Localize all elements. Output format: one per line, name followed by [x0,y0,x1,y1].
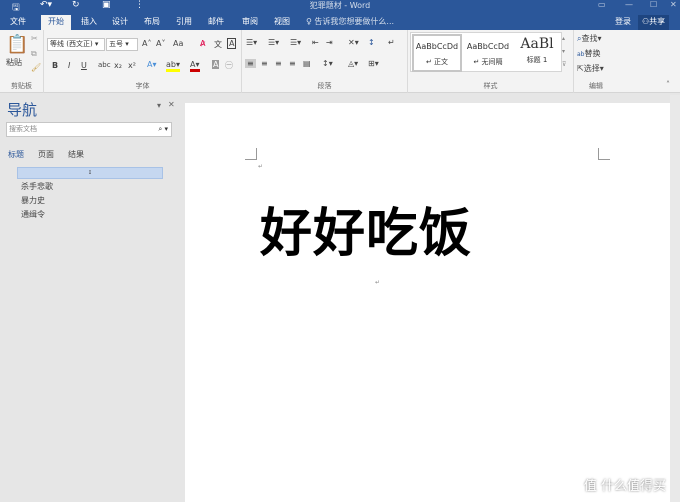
tab-home[interactable]: 开始 [41,15,71,30]
nav-options-icon[interactable]: ▾ [157,101,161,110]
paragraph-label: 段落 [317,82,332,90]
text-effects-icon[interactable]: A▾ [147,60,157,69]
nav-heading-item[interactable]: 通缉令 [21,209,45,220]
numbering-icon[interactable]: ☰▾ [268,38,279,47]
bold-button[interactable]: B [52,61,58,70]
nav-close-icon[interactable]: ✕ [168,100,175,109]
nav-search-input[interactable]: 搜索文档 ⌕ ▾ [6,122,172,137]
ribbon: 📋 粘贴 ✂ ⧉ 🖌 剪贴板 等线 (西文正) ▾ 五号 ▾ A˄ A˅ Aa … [0,30,680,93]
watermark: 值 什么值得买 [583,479,666,494]
lightbulb-icon: ♀ [306,17,312,26]
phonetic-icon[interactable]: 文 [214,39,222,50]
font-size-select[interactable]: 五号 ▾ [106,38,138,51]
title-bar: 🖫 ↶▾ ↻ ▣ ⋮ 犯罪题材 - Word ▭ — ☐ ✕ [0,0,680,13]
style-normal[interactable]: AaBbCcDd ↵ 正文 [412,34,462,72]
font-label: 字体 [135,82,150,90]
distributed-icon[interactable]: ▤ [303,59,311,68]
styles-scroll-icon[interactable]: ▴ ▾ ⊽ [562,32,566,71]
italic-button[interactable]: I [68,61,70,70]
nav-tab-results[interactable]: 结果 [68,149,84,160]
minimize-button[interactable]: — [625,0,633,9]
window-title: 犯罪题材 - Word [309,1,371,10]
close-button[interactable]: ✕ [670,0,677,9]
increase-indent-icon[interactable]: ⇥ [326,38,333,47]
char-border-icon[interactable]: A [227,38,237,49]
nav-heading-empty[interactable]: ɪ [17,167,163,179]
paste-button[interactable]: 粘贴 [6,57,22,68]
decrease-indent-icon[interactable]: ⇤ [312,38,319,47]
show-marks-icon[interactable]: ↵ [388,38,395,47]
shading-icon[interactable]: ◬▾ [348,59,358,68]
bullets-icon[interactable]: ☰▾ [246,38,257,47]
clipboard-group: 📋 粘贴 ✂ ⧉ 🖌 剪贴板 [0,30,44,93]
ribbon-tabs: 文件 开始 插入 设计 布局 引用 邮件 审阅 视图 ♀ 告诉我您想要做什么..… [0,12,680,30]
copy-icon[interactable]: ⧉ [31,49,37,59]
strikethrough-button[interactable]: abc [98,61,111,69]
nav-heading-item[interactable]: 暴力史 [21,195,45,206]
tell-me-text: 告诉我您想要做什么... [314,17,395,26]
clear-formatting-icon[interactable]: A̷ [200,39,205,48]
find-button[interactable]: ⌕查找▾ [577,33,602,44]
paste-icon[interactable]: 📋 [6,34,28,55]
tab-file[interactable]: 文件 [6,15,30,30]
multilevel-list-icon[interactable]: ☰▾ [290,38,301,47]
replace-button[interactable]: ab替换 [577,48,601,59]
cut-icon[interactable]: ✂ [31,34,38,43]
tab-design[interactable]: 设计 [108,15,132,30]
navigation-pane: 导航 ▾ ✕ 搜索文档 ⌕ ▾ 标题 页面 结果 ɪ 杀手悲歌 暴力史 通缉令 [0,95,183,502]
editing-label: 编辑 [589,82,603,90]
document-heading[interactable]: 好好吃饭 [260,191,472,266]
clipboard-label: 剪贴板 [11,82,32,90]
share-button[interactable]: ⚇共享 [638,15,670,30]
chinese-layout-icon[interactable]: ✕▾ [348,38,359,47]
collapse-ribbon-icon[interactable]: ˄ [666,80,670,89]
tell-me-box[interactable]: ♀ 告诉我您想要做什么... [302,15,398,30]
ribbon-options-icon[interactable]: ▭ [598,0,606,9]
style-no-spacing[interactable]: AaBbCcDd ↵ 无间隔 [463,34,513,72]
justify-icon[interactable]: ≡ [289,59,296,68]
highlight-icon[interactable]: ab▾ [166,60,180,72]
nav-title: 导航 [7,101,38,119]
styles-group: AaBbCcDd ↵ 正文 AaBbCcDd ↵ 无间隔 AaBl 标题 1 ▴ ▾ ⊽ … [408,30,574,93]
align-right-icon[interactable]: ≡ [275,59,282,68]
font-name-select[interactable]: 等线 (西文正) ▾ [47,38,105,51]
nav-heading-item[interactable]: 杀手悲歌 [21,181,53,192]
nav-tab-pages[interactable]: 页面 [38,149,54,160]
format-painter-icon[interactable]: 🖌 [31,63,41,72]
vertical-scrollbar[interactable] [670,95,680,502]
nav-tab-headings[interactable]: 标题 [8,149,24,160]
login-link[interactable]: 登录 [611,15,635,30]
shrink-font-button[interactable]: A˅ [156,39,165,48]
maximize-button[interactable]: ☐ [650,0,657,9]
font-color-icon[interactable]: A▾ [190,60,200,72]
char-shading-icon[interactable]: A [212,60,220,69]
tab-references[interactable]: 引用 [172,15,196,30]
font-group: 等线 (西文正) ▾ 五号 ▾ A˄ A˅ Aa A̷ 文 A B I U ab… [44,30,242,93]
editing-group: ⌕查找▾ ab替换 ⇱选择▾ 编辑 [574,30,618,93]
style-heading1[interactable]: AaBl 标题 1 [512,34,562,72]
change-case-button[interactable]: Aa [173,39,183,48]
sort-icon[interactable]: ↕ [368,38,375,47]
subscript-button[interactable]: x₂ [114,61,122,70]
align-center-icon[interactable]: ≡ [261,59,268,68]
search-icon: ⌕ ▾ [158,125,168,133]
borders-icon[interactable]: ⊞▾ [368,59,379,68]
paragraph-group: ☰▾ ☰▾ ☰▾ ⇤ ⇥ ✕▾ ↕ ↵ ≡ ≡ ≡ ≡ ▤ ↕▾ ◬▾ ⊞▾ 段… [242,30,408,93]
tab-insert[interactable]: 插入 [77,15,101,30]
tab-review[interactable]: 审阅 [238,15,262,30]
select-button[interactable]: ⇱选择▾ [577,63,604,74]
underline-button[interactable]: U [81,61,87,70]
tab-layout[interactable]: 布局 [140,15,164,30]
styles-label: 样式 [483,82,498,90]
tab-view[interactable]: 视图 [270,15,294,30]
grow-font-button[interactable]: A˄ [142,39,151,48]
line-spacing-icon[interactable]: ↕▾ [322,59,333,68]
superscript-button[interactable]: x² [128,61,136,70]
tab-mailings[interactable]: 邮件 [204,15,228,30]
align-left-icon[interactable]: ≡ [245,59,256,68]
enclose-char-icon[interactable]: ㊀ [225,60,233,71]
document-page[interactable]: ↵ 好好吃饭 ↵ [185,103,670,502]
